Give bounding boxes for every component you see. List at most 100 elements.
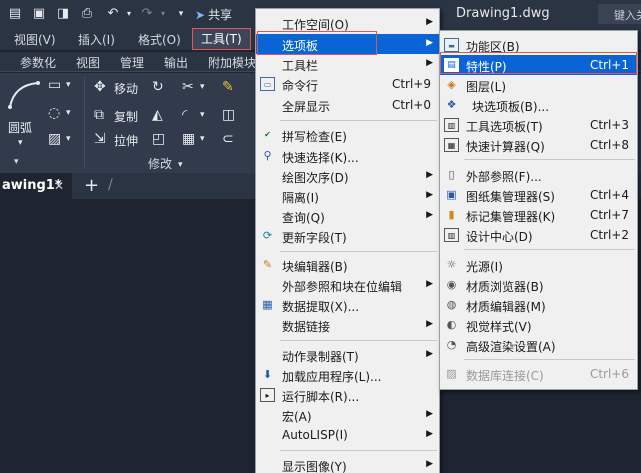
close-icon[interactable]: ✕ (54, 179, 64, 193)
menu-item-macros[interactable]: 宏(A) ▶ (256, 405, 439, 425)
rotate-icon[interactable]: ↻ (152, 79, 164, 95)
share-icon: ➤ (195, 8, 206, 22)
trim-icon[interactable]: ✂ (182, 79, 194, 95)
menu-item-block-editor[interactable]: ✎ 块编辑器(B) (256, 255, 439, 275)
hatch-icon[interactable]: ▨ (48, 131, 61, 147)
tab-addins[interactable]: 附加模块 (208, 54, 256, 71)
menu-separator (464, 159, 635, 160)
menu-item-action-recorder[interactable]: 动作录制器(T) ▶ (256, 345, 439, 365)
dbconnect-icon: ▨ (446, 367, 457, 380)
data-extraction-icon: ▦ (262, 298, 273, 311)
undo-dropdown-icon[interactable]: ▾ (120, 5, 138, 23)
menu-item-data-extraction[interactable]: ▦ 数据提取(X)... (256, 295, 439, 315)
menu-item-materials-browser[interactable]: ◉ 材质浏览器(B) (440, 275, 637, 295)
menu-format[interactable]: 格式(O) (138, 31, 181, 48)
palettes-submenu: ▬ 功能区(B) ▤ 特性(P) Ctrl+1 ◈ 图层(L) ❖ 块选项板(B)… (439, 30, 638, 390)
share-button[interactable]: ➤ 共享 (195, 6, 232, 23)
save-icon[interactable]: ▤ (6, 5, 24, 23)
menu-item-data-links[interactable]: 数据链接 ▶ (256, 315, 439, 335)
menu-item-draw-order[interactable]: 绘图次序(D) ▶ (256, 166, 439, 186)
scale-icon[interactable]: ◰ (152, 131, 165, 147)
rectangle-icon[interactable]: ▭ (48, 77, 61, 93)
trim-dropdown-icon[interactable]: ▾ (200, 79, 205, 95)
new-tab-icon[interactable]: + (84, 175, 99, 196)
ribbon-icon: ▬ (444, 38, 459, 52)
menu-item-materials-editor[interactable]: ◍ 材质编辑器(M) (440, 295, 637, 315)
redo-dropdown-icon[interactable]: ▾ (154, 5, 172, 23)
menu-item-palettes[interactable]: 选项板 ▶ (256, 34, 439, 54)
modify-panel-label[interactable]: 修改 (148, 155, 172, 172)
menu-item-command-line[interactable]: ▭ 命令行 Ctrl+9 (256, 74, 439, 94)
array-icon[interactable]: ▦ (182, 131, 195, 147)
materials-browser-icon: ◉ (446, 278, 457, 291)
sheet-set-icon: ▣ (446, 188, 457, 201)
command-line-icon: ▭ (260, 77, 275, 91)
menu-item-run-script[interactable]: ▸ 运行脚本(R)... (256, 385, 439, 405)
ellipse-icon[interactable]: ◌ (48, 105, 60, 121)
save-as-icon[interactable]: ▣ (30, 5, 48, 23)
menu-item-ribbon[interactable]: ▬ 功能区(B) (440, 35, 637, 55)
menu-item-inquiry[interactable]: 查询(Q) ▶ (256, 206, 439, 226)
array-dropdown-icon[interactable]: ▾ (200, 131, 205, 147)
menu-item-advanced-render-settings[interactable]: ◔ 高级渲染设置(A) (440, 335, 637, 355)
fillet-dropdown-icon[interactable]: ▾ (200, 107, 205, 123)
stretch-icon: ⇲ (94, 131, 106, 147)
menu-item-autolisp[interactable]: AutoLISP(I) ▶ (256, 425, 439, 445)
draw-panel-expand-icon[interactable]: ▾ (14, 157, 19, 167)
menu-item-quickcalc[interactable]: ▦ 快速计算器(Q) Ctrl+8 (440, 135, 637, 155)
menu-item-design-center[interactable]: ▥ 设计中心(D) Ctrl+2 (440, 225, 637, 245)
fillet-icon[interactable]: ◜ (182, 107, 187, 123)
tool-palettes-icon: ▥ (444, 118, 459, 132)
mirror-icon[interactable]: ◭ (152, 107, 163, 123)
arc-dropdown-icon[interactable]: ▾ (18, 135, 23, 151)
print-icon[interactable]: ⎙ (78, 5, 96, 23)
search-input[interactable]: 键入关 (598, 4, 641, 24)
publish-icon[interactable]: ◨ (54, 5, 72, 23)
menu-item-update-fields[interactable]: ⟳ 更新字段(T) (256, 226, 439, 246)
menu-item-spell-check[interactable]: ✔ 拼写检查(E) (256, 125, 439, 145)
update-field-icon: ⟳ (262, 229, 273, 242)
tab-parametric[interactable]: 参数化 (20, 54, 56, 71)
menu-item-sheet-set-manager[interactable]: ▣ 图纸集管理器(S) Ctrl+4 (440, 185, 637, 205)
load-app-icon: ⬇ (262, 368, 273, 381)
menu-item-markup-set-manager[interactable]: ▮ 标记集管理器(K) Ctrl+7 (440, 205, 637, 225)
stretch-button[interactable]: 拉伸 (114, 132, 138, 149)
menu-item-workspaces[interactable]: 工作空间(O) ▶ (256, 13, 439, 33)
menu-item-visual-styles[interactable]: ◐ 视觉样式(V) (440, 315, 637, 335)
offset-icon[interactable]: ⊂ (222, 131, 234, 147)
erase-icon[interactable]: ✎ (222, 79, 234, 95)
tab-manage[interactable]: 管理 (120, 54, 144, 71)
menu-item-quick-select[interactable]: ⚲ 快速选择(K)... (256, 146, 439, 166)
menu-view[interactable]: 视图(V) (14, 31, 56, 48)
menu-item-properties[interactable]: ▤ 特性(P) Ctrl+1 (440, 55, 637, 75)
explode-icon[interactable]: ◫ (222, 107, 235, 123)
arc-button[interactable]: 圆弧 (8, 119, 32, 136)
menu-insert[interactable]: 插入(I) (78, 31, 115, 48)
arc-icon[interactable] (6, 79, 42, 111)
menu-item-clean-screen[interactable]: 全屏显示 Ctrl+0 (256, 95, 439, 115)
copy-icon: ⧉ (94, 107, 104, 123)
menu-item-dbconnect[interactable]: ▨ 数据库连接(C) Ctrl+6 (440, 364, 637, 384)
modify-panel-expand-icon[interactable]: ▾ (178, 157, 183, 173)
menu-item-xref-edit[interactable]: 外部参照和块在位编辑 ▶ (256, 275, 439, 295)
copy-button[interactable]: 复制 (114, 108, 138, 125)
menu-tools[interactable]: 工具(T) (192, 28, 251, 50)
menu-item-xref[interactable]: ▯ 外部参照(F)... (440, 165, 637, 185)
menu-item-load-application[interactable]: ⬇ 加载应用程序(L)... (256, 365, 439, 385)
move-button[interactable]: 移动 (114, 80, 138, 97)
menu-item-isolate[interactable]: 隔离(I) ▶ (256, 186, 439, 206)
tab-output[interactable]: 输出 (164, 54, 188, 71)
menu-item-lights[interactable]: ☼ 光源(I) (440, 255, 637, 275)
search-placeholder: 键入关 (614, 9, 641, 22)
hatch-dropdown-icon[interactable]: ▾ (66, 131, 71, 147)
menu-item-block-palette[interactable]: ❖ 块选项板(B)... (440, 95, 637, 115)
tab-view[interactable]: 视图 (76, 54, 100, 71)
menu-item-toolbars[interactable]: 工具栏 ▶ (256, 54, 439, 74)
customize-toolbar-icon[interactable]: ▾ (172, 5, 190, 23)
menu-item-tool-palettes[interactable]: ▥ 工具选项板(T) Ctrl+3 (440, 115, 637, 135)
menu-item-display-image[interactable]: 显示图像(Y) ▶ (256, 455, 439, 473)
ellipse-dropdown-icon[interactable]: ▾ (66, 105, 71, 121)
rectangle-dropdown-icon[interactable]: ▾ (66, 77, 71, 93)
menu-item-layers[interactable]: ◈ 图层(L) (440, 75, 637, 95)
visual-styles-icon: ◐ (446, 318, 457, 331)
